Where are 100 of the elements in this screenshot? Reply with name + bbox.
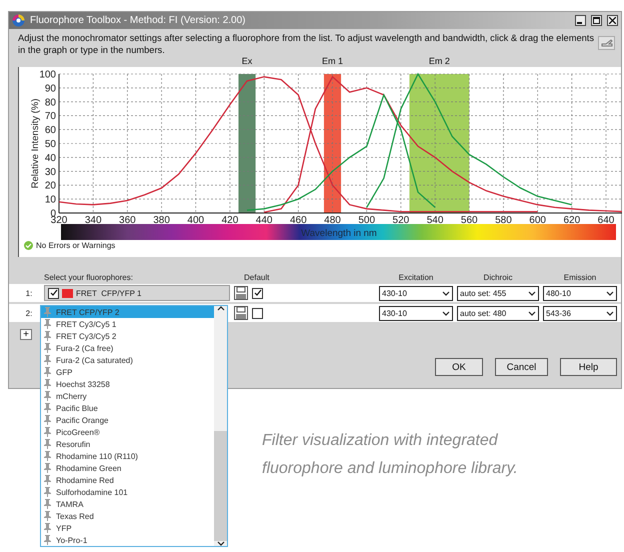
axis-label: 380 [153,215,170,226]
pin-icon [44,487,51,497]
axis-label: 620 [563,215,580,226]
fluorophore-option[interactable]: Resorufin [41,438,214,450]
column-header: Default [244,273,270,282]
instructions-text: Adjust the monochromator settings after selecting a fluorophore from the list. To adjust wavelength and bandwidth, click & drag the elements in the graph or type in the numbers. [18,32,596,56]
fluorophore-option[interactable]: Texas Red [41,510,214,522]
caret-icon [442,290,450,296]
pin-icon [44,511,51,521]
fluorophore-option[interactable]: Rhodamine Red [41,474,214,486]
fluorophore-option[interactable]: FRET Cy3/Cy5 2 [41,330,214,342]
save-icon[interactable] [234,306,248,320]
axis-label: 600 [529,215,546,226]
minimize-button[interactable] [575,15,586,26]
caret-icon [606,310,614,316]
fluorophore-option[interactable]: TAMRA [41,498,214,510]
axis-label: 400 [187,215,204,226]
axis-label: 90 [44,83,56,94]
filter-band[interactable] [409,74,470,213]
band-label: Em 1 [322,56,343,66]
app-logo-icon [12,14,25,27]
pin-icon [44,355,51,365]
axis-label: 360 [119,215,136,226]
pin-icon [44,451,51,461]
add-button[interactable]: + [20,329,32,340]
pin-icon [44,331,51,341]
axis-title: Relative Intensity (%) [30,98,41,188]
column-header: Excitation [398,273,434,282]
caret-icon [606,290,614,296]
fluorophore-option[interactable]: Rhodamine Green [41,462,214,474]
pin-icon [44,319,51,329]
axis-label: 60 [44,125,56,136]
fluorophore-field[interactable]: FRET CFP/YFP 1 [44,285,230,301]
pin-icon [44,463,51,473]
fluorophore-name: FRET CFP/YFP 1 [76,288,142,298]
fluorophore-option[interactable]: Pacific Blue [41,402,214,414]
dialog-button[interactable]: Cancel [495,358,548,376]
window-title: Fluorophore Toolbox - Method: FI (Version: 2.00) [30,15,246,26]
fluorophore-option[interactable]: Fura-2 (Ca free) [41,342,214,354]
pin-icon [44,475,51,485]
axis-title: Wavelength in nm [301,228,377,239]
caret-icon [216,306,224,311]
pin-icon [44,343,51,353]
fluorophore-option[interactable]: Pacific Orange [41,414,214,426]
emission-select[interactable]: 543-36 [543,306,617,320]
maximize-icon [593,17,600,24]
pin-icon [44,379,51,389]
row-number: 2: [26,308,32,318]
pin-icon [44,499,51,509]
fluorophore-option[interactable]: Rhodamine 110 (R110) [41,450,214,462]
pin-icon [44,439,51,449]
close-button[interactable] [607,15,618,26]
axis-label: 80 [44,97,56,108]
pin-icon [44,391,51,401]
axis-label: 420 [222,215,238,226]
checkbox[interactable] [48,288,59,298]
scrollbar-thumb[interactable] [214,431,227,541]
axis-label: 40 [44,152,56,164]
caret-icon [528,290,536,296]
pin-icon [44,427,51,437]
dichroic-select[interactable]: auto set: 455 [457,286,539,300]
excitation-select[interactable]: 430-10 [379,286,453,300]
column-header: Dichroic [484,273,512,282]
default-checkbox[interactable] [252,308,263,318]
fluorophore-option[interactable]: YFP [41,522,214,534]
save-icon[interactable] [234,286,248,300]
maximize-button[interactable] [591,15,602,26]
fluorophore-option[interactable]: Hoechst 33258 [41,378,214,390]
dialog-button[interactable]: Help [560,358,617,376]
column-header: Select your fluorophores: [44,273,133,282]
pin-icon [44,367,51,377]
fluorophore-option[interactable]: GFP [41,366,214,378]
fluorophore-option[interactable]: PicoGreen® [41,426,214,438]
fluorophore-option[interactable]: Sulforhodamine 101 [41,486,214,498]
caret-icon [528,310,536,316]
band-label: Ex [242,56,252,66]
fluorophore-option[interactable]: Yo-Pro-1 [41,534,214,546]
axis-label: 10 [44,194,56,206]
caret-icon [216,541,224,546]
pin-icon [44,535,51,545]
pin-icon [44,415,51,425]
default-checkbox[interactable] [252,288,263,298]
dialog-button[interactable]: OK [435,358,483,376]
axis-label: 460 [290,215,307,226]
axis-label: 480 [324,215,341,226]
dichroic-select[interactable]: auto set: 480 [457,306,539,320]
filter-band[interactable] [324,74,342,213]
fluorophore-option[interactable]: FRET CFP/YFP 2 [41,306,214,318]
fluorophore-option[interactable]: Fura-2 (Ca saturated) [41,354,214,366]
scrollbar[interactable] [214,306,227,546]
axis-label: 50 [44,139,56,150]
excitation-select[interactable]: 430-10 [379,306,453,320]
emission-select[interactable]: 480-10 [543,286,617,300]
axis-label: 320 [50,215,68,226]
filter-band[interactable] [238,74,256,213]
pin-icon [44,403,51,413]
check-circle-icon [24,241,33,250]
pin-icon [44,307,51,317]
fluorophore-option[interactable]: mCherry [41,390,214,402]
fluorophore-option[interactable]: FRET Cy3/Cy5 1 [41,318,214,330]
